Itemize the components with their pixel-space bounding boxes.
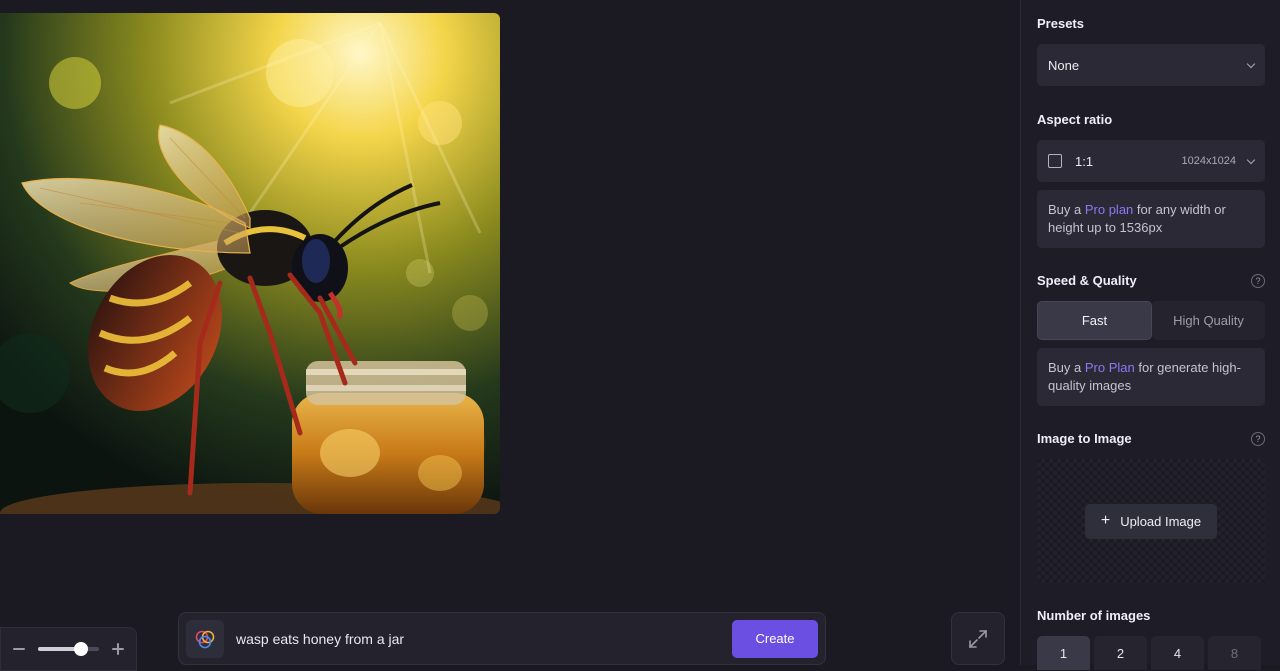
- canvas-area: Create: [0, 0, 1020, 671]
- number-of-images-title: Number of images: [1037, 608, 1151, 623]
- pro-plan-link[interactable]: Pro Plan: [1085, 360, 1135, 375]
- presets-title: Presets: [1037, 16, 1084, 31]
- aspect-ratio-value: 1:1: [1075, 153, 1094, 169]
- chevron-down-icon: [1246, 59, 1256, 68]
- speed-quality-toggle: Fast High Quality: [1037, 301, 1265, 340]
- aspect-ratio-title: Aspect ratio: [1037, 112, 1113, 127]
- aspect-ratio-info: Buy a Pro plan for any width or height u…: [1037, 190, 1265, 248]
- fullscreen-button[interactable]: [951, 612, 1005, 665]
- prompt-bar: Create: [178, 612, 826, 665]
- style-picker-button[interactable]: [186, 619, 224, 658]
- zoom-in-button[interactable]: [110, 641, 126, 657]
- image-to-image-header: Image to Image ?: [1037, 431, 1265, 446]
- image-upload-dropzone[interactable]: + Upload Image: [1037, 459, 1265, 583]
- help-icon[interactable]: ?: [1251, 273, 1265, 288]
- chevron-down-icon: [1246, 155, 1256, 164]
- settings-panel: Presets None Aspect ratio 1:1 1024x1024 …: [1020, 0, 1280, 670]
- fast-option[interactable]: Fast: [1037, 301, 1152, 340]
- help-icon[interactable]: ?: [1251, 431, 1265, 446]
- speed-quality-header: Speed & Quality ?: [1037, 273, 1265, 288]
- aspect-ratio-select[interactable]: 1:1 1024x1024: [1037, 140, 1265, 182]
- create-button[interactable]: Create: [732, 619, 818, 658]
- high-quality-option[interactable]: High Quality: [1152, 301, 1265, 340]
- image-to-image-title: Image to Image: [1037, 431, 1132, 446]
- square-ratio-icon: [1048, 154, 1062, 168]
- presets-value: None: [1048, 57, 1080, 73]
- plus-icon: +: [1100, 512, 1111, 529]
- prompt-input[interactable]: [236, 630, 720, 647]
- upload-image-label: Upload Image: [1120, 513, 1202, 529]
- aspect-ratio-size: 1024x1024: [1181, 155, 1236, 167]
- zoom-out-button[interactable]: [11, 641, 27, 657]
- speed-quality-title: Speed & Quality: [1037, 273, 1137, 288]
- info-text: Buy a: [1048, 360, 1085, 375]
- color-circles-icon: [195, 630, 215, 648]
- info-text: Buy a: [1048, 202, 1085, 217]
- speed-quality-info: Buy a Pro Plan for generate high-quality…: [1037, 348, 1265, 406]
- wasp-honey-illustration: [0, 13, 500, 514]
- zoom-control: [0, 627, 137, 671]
- presets-select[interactable]: None: [1037, 44, 1265, 86]
- zoom-slider-thumb[interactable]: [73, 642, 88, 656]
- pro-plan-link[interactable]: Pro plan: [1085, 202, 1133, 217]
- upload-image-button[interactable]: + Upload Image: [1084, 503, 1218, 539]
- generated-image[interactable]: [0, 13, 500, 514]
- expand-icon: [969, 629, 987, 648]
- zoom-slider[interactable]: [38, 642, 99, 656]
